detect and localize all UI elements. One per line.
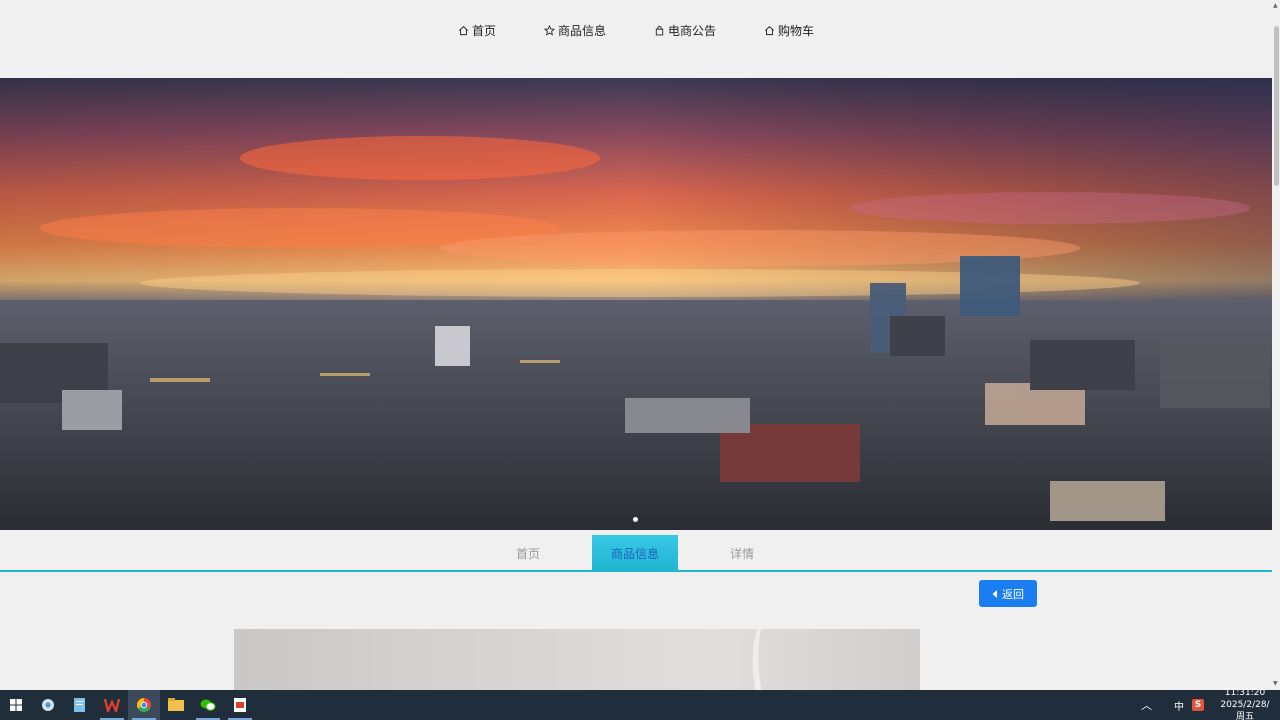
star-icon [543,24,555,36]
top-nav: 首页 商品信息 电商公告 购物车 [0,0,1272,78]
home-icon [459,25,468,35]
nav-item-cart[interactable]: 购物车 [740,20,838,40]
chrome-icon[interactable] [128,690,160,720]
nav-item-label: 首页 [471,23,496,38]
banner-image [0,78,1272,530]
caret-left-icon [992,589,997,598]
nav-item-announcements[interactable]: 电商公告 [630,20,740,40]
product-image-highlight [744,629,824,690]
nav-item-label: 商品信息 [557,23,606,38]
back-button-label: 返回 [1002,587,1024,601]
ime-indicator[interactable]: 中 [1174,698,1184,713]
office-doc-icon[interactable] [224,690,256,720]
wechat-icon[interactable] [192,690,224,720]
scroll-up-arrow-icon[interactable]: ▲ [1273,2,1278,9]
carousel-indicator[interactable] [633,517,638,522]
wps-icon[interactable] [96,690,128,720]
scroll-down-arrow-icon[interactable]: ▼ [1273,680,1278,687]
file-explorer-icon[interactable] [160,690,192,720]
system-tray: ︿ 中 S 11:31:20 2025/2/28/周五 [1141,687,1280,720]
settings-icon[interactable] [32,690,64,720]
tab-details[interactable]: 详情 [699,535,785,572]
home-icon [765,25,774,35]
clock[interactable]: 11:31:20 2025/2/28/周五 [1216,687,1274,720]
taskbar: ︿ 中 S 11:31:20 2025/2/28/周五 [0,687,1280,720]
scrollbar-thumb[interactable] [1274,26,1279,186]
nav-item-products[interactable]: 商品信息 [520,20,630,40]
breadcrumb-tabs: 首页 商品信息 详情 [0,530,1272,572]
show-hidden-icons-icon[interactable]: ︿ [1141,697,1152,713]
back-button[interactable]: 返回 [979,580,1037,607]
sogou-input-icon[interactable]: S [1192,699,1204,711]
nav-item-label: 电商公告 [668,23,717,38]
clock-date: 2025/2/28/周五 [1220,700,1270,720]
banner-carousel[interactable] [0,78,1272,530]
clock-time: 11:31:20 [1224,688,1266,698]
product-image [234,629,920,690]
nav-item-label: 购物车 [778,23,815,38]
tab-products[interactable]: 商品信息 [592,535,678,572]
bag-icon [655,25,664,35]
nav-item-home[interactable]: 首页 [434,20,520,40]
tab-home[interactable]: 首页 [485,535,571,572]
notepad-icon[interactable] [64,690,96,720]
windows-start-icon[interactable] [0,690,32,720]
